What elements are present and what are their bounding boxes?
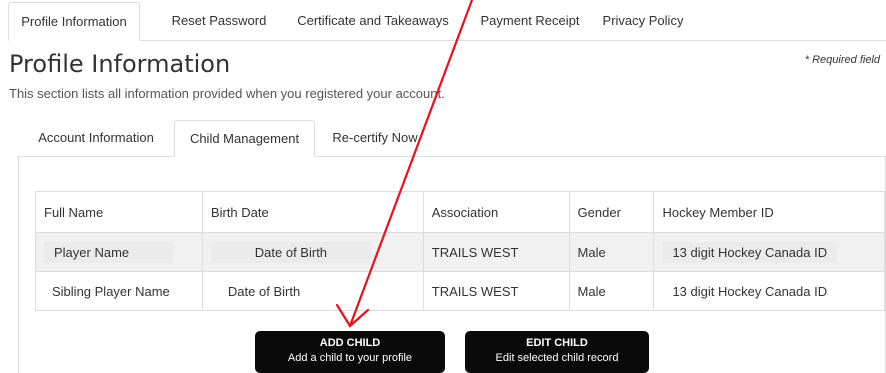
column-header-birth-date: Birth Date [201,191,424,233]
page-title: Profile Information [9,50,231,78]
cell-full-name: Player Name [35,232,203,272]
player-name-value: Sibling Player Name [52,283,170,299]
tab-privacy-policy[interactable]: Privacy Policy [593,2,693,40]
tab-re-certify-now[interactable]: Re-certify Now [316,120,434,156]
cell-hockey-member-id: 13 digit Hockey Canada ID [653,232,885,272]
table-header-row: Full Name Birth Date Association Gender … [35,191,885,233]
tab-certificate-and-takeaways[interactable]: Certificate and Takeaways [284,2,462,40]
cell-full-name: Sibling Player Name [35,271,203,311]
edit-child-button-subtitle: Edit selected child record [495,352,619,364]
add-child-button[interactable]: ADD CHILD Add a child to your profile [255,331,445,373]
member-id-value: 13 digit Hockey Canada ID [672,283,828,299]
top-tab-bar: Profile Information Reset Password Certi… [8,0,886,41]
add-child-button-subtitle: Add a child to your profile [287,352,413,364]
association-value: TRAILS WEST [431,244,519,260]
column-header-hockey-member-id: Hockey Member ID [653,191,885,233]
table-row[interactable]: Sibling Player Name Date of Birth TRAILS… [35,271,885,311]
cell-association: TRAILS WEST [422,232,570,272]
cell-association: TRAILS WEST [422,271,570,311]
gender-value: Male [577,244,606,260]
table-row[interactable]: Player Name Date of Birth TRAILS WEST Ma… [35,232,885,272]
edit-child-button-title: EDIT CHILD [526,337,588,349]
add-child-button-title: ADD CHILD [319,337,381,349]
children-table: Full Name Birth Date Association Gender … [35,191,885,311]
edit-child-button[interactable]: EDIT CHILD Edit selected child record [465,331,649,373]
cell-hockey-member-id: 13 digit Hockey Canada ID [653,271,885,311]
player-name-value: Player Name [44,241,174,263]
cell-birth-date: Date of Birth [201,271,424,311]
cell-birth-date: Date of Birth [201,232,424,272]
member-id-value: 13 digit Hockey Canada ID [662,241,838,263]
tab-profile-information[interactable]: Profile Information [8,2,140,41]
page-description: This section lists all information provi… [9,86,445,101]
tab-account-information[interactable]: Account Information [18,120,174,156]
association-value: TRAILS WEST [431,283,519,299]
birth-date-value: Date of Birth [227,283,301,299]
sub-tab-bar: Account Information Child Management Re-… [18,118,886,157]
gender-value: Male [577,283,606,299]
column-header-association: Association [422,191,570,233]
tab-reset-password[interactable]: Reset Password [163,2,275,40]
column-header-full-name: Full Name [35,191,203,233]
column-header-gender: Gender [568,191,655,233]
birth-date-value: Date of Birth [210,241,371,263]
tab-child-management[interactable]: Child Management [174,120,315,157]
tab-payment-receipt[interactable]: Payment Receipt [468,2,592,40]
cell-gender: Male [568,271,655,311]
required-field-note: * Required field [804,54,880,66]
cell-gender: Male [568,232,655,272]
